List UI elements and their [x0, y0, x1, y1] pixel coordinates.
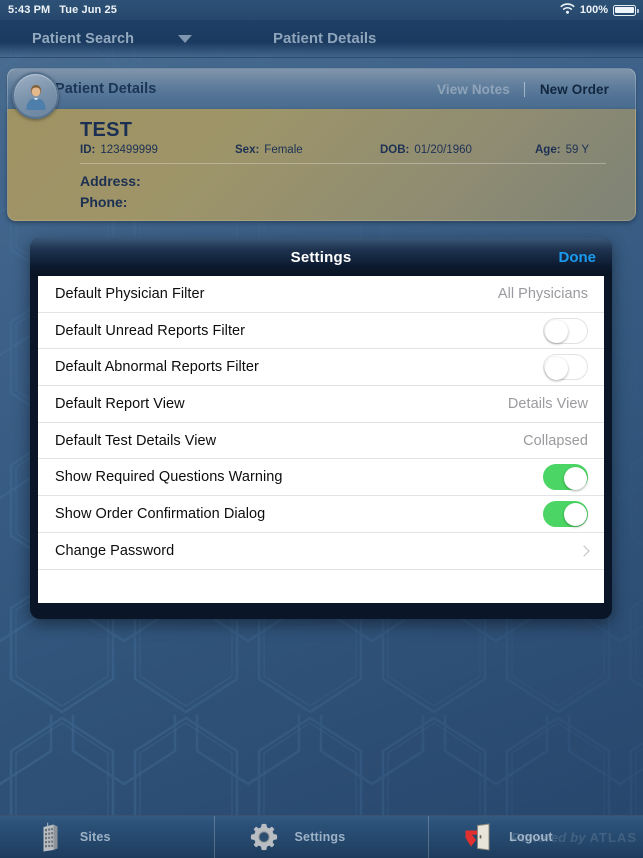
patient-panel-header: Patient Details View Notes New Order	[7, 68, 636, 119]
patient-field-sex-value: Female	[264, 144, 303, 156]
settings-modal-title: Settings	[290, 248, 352, 266]
patient-field-sex-label: Sex:	[235, 144, 260, 156]
settings-row-label: Default Abnormal Reports Filter	[55, 359, 259, 376]
status-bar: 5:43 PM Tue Jun 25 100%	[0, 0, 643, 20]
patient-field-age: Age: 59 Y	[535, 144, 589, 156]
toggle-default-unread-reports-filter[interactable]	[543, 317, 588, 344]
nav-back-group[interactable]: Patient Search	[32, 20, 193, 57]
breadcrumb-patient-search[interactable]: Patient Search	[32, 31, 134, 47]
patient-field-age-value: 59 Y	[565, 144, 590, 156]
wifi-icon	[560, 3, 575, 17]
patient-avatar-icon	[12, 72, 59, 119]
view-notes-button[interactable]: View Notes	[423, 82, 524, 97]
divider	[80, 163, 606, 164]
settings-list-filler-row	[38, 570, 604, 604]
toggle-show-order-confirmation-dialog[interactable]	[543, 500, 588, 527]
battery-percent: 100%	[579, 4, 608, 16]
toggle-knob	[544, 356, 568, 380]
status-bar-right: 100%	[560, 3, 643, 17]
settings-row-label: Show Order Confirmation Dialog	[55, 505, 266, 522]
battery-full-icon	[613, 4, 639, 16]
settings-modal-header: Settings Done	[30, 238, 612, 276]
tab-bar: Sites Settings Logout	[0, 815, 643, 858]
building-icon	[24, 822, 74, 852]
settings-row-label: Default Report View	[55, 395, 185, 412]
new-order-button[interactable]: New Order	[523, 81, 623, 97]
settings-list[interactable]: Default Physician Filter All Physicians …	[38, 276, 604, 603]
settings-row-show-required-questions-warning[interactable]: Show Required Questions Warning	[38, 459, 604, 497]
settings-row-default-test-details-view[interactable]: Default Test Details View Collapsed	[38, 423, 604, 460]
settings-row-change-password[interactable]: Change Password	[38, 533, 604, 570]
chevron-right-icon	[578, 544, 590, 557]
patient-field-id-label: ID:	[80, 144, 96, 156]
patient-details-panel: Patient Details View Notes New Order TES…	[7, 68, 636, 221]
settings-row-value: Collapsed	[523, 432, 588, 449]
patient-field-age-label: Age:	[535, 144, 561, 156]
patient-phone-label: Phone:	[80, 194, 128, 210]
settings-row-value: Details View	[507, 395, 588, 412]
chevron-down-icon[interactable]	[178, 34, 193, 43]
toggle-knob	[544, 320, 568, 344]
patient-name: TEST	[80, 119, 133, 141]
patient-field-sex: Sex: Female	[235, 144, 380, 156]
settings-row-label: Default Physician Filter	[55, 285, 205, 302]
settings-row-value: All Physicians	[497, 285, 588, 302]
status-date: Tue Jun 25	[59, 4, 117, 16]
page-title: Patient Details	[273, 30, 377, 47]
settings-modal: Settings Done Default Physician Filter A…	[30, 238, 612, 619]
toggle-knob	[563, 503, 587, 527]
tab-sites[interactable]: Sites	[0, 816, 214, 858]
tab-logout[interactable]: Logout	[428, 816, 643, 858]
settings-row-label: Change Password	[55, 542, 175, 559]
navigation-bar: Patient Search Patient Details	[0, 20, 643, 58]
patient-info-card: TEST ID: 123499999 Sex: Female DOB: 01/2…	[7, 109, 636, 221]
status-time: 5:43 PM	[8, 4, 51, 16]
settings-row-label: Default Test Details View	[55, 432, 217, 449]
patient-field-id-value: 123499999	[100, 144, 158, 156]
patient-field-id: ID: 123499999	[80, 144, 235, 156]
tab-settings-label: Settings	[294, 830, 346, 844]
settings-row-default-abnormal-reports-filter[interactable]: Default Abnormal Reports Filter	[38, 349, 604, 387]
toggle-default-abnormal-reports-filter[interactable]	[543, 354, 588, 381]
settings-row-label: Show Required Questions Warning	[55, 469, 283, 486]
settings-row-show-order-confirmation-dialog[interactable]: Show Order Confirmation Dialog	[38, 496, 604, 533]
patient-meta-row: ID: 123499999 Sex: Female DOB: 01/20/196…	[80, 144, 609, 163]
tab-logout-label: Logout	[509, 830, 553, 844]
status-bar-left: 5:43 PM Tue Jun 25	[0, 4, 117, 16]
patient-field-dob: DOB: 01/20/1960	[380, 144, 535, 156]
patient-field-dob-value: 01/20/1960	[414, 144, 472, 156]
settings-row-label: Default Unread Reports Filter	[55, 322, 246, 339]
gear-icon	[239, 823, 289, 851]
settings-row-default-unread-reports-filter[interactable]: Default Unread Reports Filter	[38, 313, 604, 350]
done-button[interactable]: Done	[559, 249, 597, 266]
settings-row-default-report-view[interactable]: Default Report View Details View	[38, 386, 604, 423]
settings-row-default-physician-filter[interactable]: Default Physician Filter All Physicians	[38, 276, 604, 313]
tab-settings[interactable]: Settings	[213, 816, 429, 858]
patient-panel-actions: View Notes New Order	[423, 76, 635, 102]
tab-sites-label: Sites	[79, 830, 111, 844]
logout-door-icon	[453, 822, 503, 852]
patient-address-label: Address:	[80, 173, 141, 189]
patient-field-dob-label: DOB:	[380, 144, 410, 156]
toggle-knob	[563, 466, 587, 490]
toggle-show-required-questions-warning[interactable]	[543, 464, 588, 491]
patient-panel-title: Patient Details	[55, 81, 157, 97]
